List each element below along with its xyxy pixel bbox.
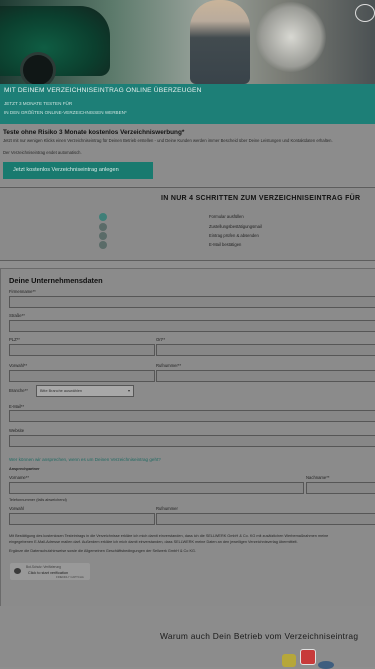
banner-line-2: IN DEN GRÖßTEN ONLINE-VERZEICHNISSEN WER… <box>4 110 127 115</box>
prefix-label: Vorwahl** <box>9 363 28 368</box>
step-label: Formular ausfüllen <box>209 214 244 219</box>
captcha-icon <box>14 568 21 574</box>
phone2-label: Rufnummer <box>156 506 178 511</box>
hero-image <box>0 0 375 84</box>
website-input[interactable] <box>9 435 375 447</box>
city-label: Ort** <box>156 337 166 342</box>
intro-paragraph: Jetzt mit nur wenigen Klicks einen Verze… <box>3 138 333 143</box>
email-input[interactable] <box>9 410 375 422</box>
intro-note: Der Verzeichniseintrag endet automatisch… <box>3 150 82 155</box>
lastname-label: Nachname** <box>306 475 330 480</box>
form-heading: Deine Unternehmensdaten <box>9 276 103 285</box>
create-entry-button[interactable]: Jetzt kostenlos Verzeichniseintrag anleg… <box>3 162 153 179</box>
hero-mechanic <box>190 0 250 84</box>
email-label: E-Mail** <box>9 404 25 409</box>
step-4-icon <box>99 241 107 249</box>
promo-banner: MIT DEINEM VERZEICHNISEINTRAG ONLINE ÜBE… <box>0 84 375 124</box>
phone-label: Rufnummer** <box>156 363 182 368</box>
benefits-heading: Warum auch Dein Betrieb vom Verzeichnise… <box>160 631 359 641</box>
step-label: Eintrag prüfen & absenden <box>209 233 259 238</box>
branch-select-value: Bitte Branche auswählen <box>40 389 83 393</box>
contact-question: Wer können wir ansprechen, wenn es um De… <box>9 457 161 462</box>
step-label: Zustellungsbestätigungsmail <box>209 224 262 229</box>
directory-logo-icon <box>318 661 334 669</box>
directory-logo-icon <box>300 649 316 665</box>
zip-input[interactable] <box>9 344 155 356</box>
step-item: E-Mail bestätigen <box>99 241 359 250</box>
captcha-top-text: Bot-Schutz: Verifizierung <box>26 565 61 569</box>
hero-wheel <box>20 52 56 84</box>
firm-label: Firmenname** <box>9 289 36 294</box>
step-1-icon <box>99 213 107 221</box>
prefix2-input[interactable] <box>9 513 155 525</box>
firstname-label: Vorname** <box>9 475 30 480</box>
street-label: Straße** <box>9 313 25 318</box>
banner-line-1: JETZT 3 MONATE TESTEN FÜR <box>4 101 73 106</box>
company-data-form: Deine Unternehmensdaten Firmenname** Str… <box>0 268 375 606</box>
zip-label: PLZ** <box>9 337 20 342</box>
consent-line-1: Mit Bestätigung des kostenlosen Testeint… <box>9 534 329 538</box>
brand-logo-icon <box>355 4 375 22</box>
consent-line-3: Ergänze die Datenschutzhinweise sowie di… <box>9 549 196 553</box>
directory-logo-icon <box>282 654 296 667</box>
step-item: Formular ausfüllen <box>99 213 359 222</box>
captcha-widget[interactable]: Bot-Schutz: Verifizierung Click to start… <box>10 563 90 580</box>
website-label: Website <box>9 428 25 433</box>
phone2-input[interactable] <box>156 513 375 525</box>
lastname-input[interactable] <box>306 482 375 494</box>
city-input[interactable] <box>156 344 375 356</box>
step-item: Zustellungsbestätigungsmail <box>99 223 359 232</box>
steps-heading: IN NUR 4 SCHRITTEN ZUM VERZEICHNISEINTRA… <box>161 195 361 202</box>
benefits-section: Warum auch Dein Betrieb vom Verzeichnise… <box>0 606 375 669</box>
firstname-input[interactable] <box>9 482 304 494</box>
intro-heading: Teste ohne Risiko 3 Monate kostenlos Ver… <box>3 129 185 136</box>
branch-select[interactable]: Bitte Branche auswählen ▾ <box>36 385 134 397</box>
banner-headline: MIT DEINEM VERZEICHNISEINTRAG ONLINE ÜBE… <box>4 87 202 94</box>
consent-line-2: eingegebenen E-Mail-Adresse mailen darf.… <box>9 540 298 544</box>
steps-section: IN NUR 4 SCHRITTEN ZUM VERZEICHNISEINTRA… <box>0 187 375 261</box>
phone-input[interactable] <box>156 370 375 382</box>
step-2-icon <box>99 223 107 231</box>
prefix-input[interactable] <box>9 370 155 382</box>
phone-optional-label: Telefonnummer (falls abweichend) <box>9 498 67 502</box>
firm-input[interactable] <box>9 296 375 308</box>
hero-lamp <box>256 2 326 72</box>
step-label: E-Mail bestätigen <box>209 242 242 247</box>
step-3-icon <box>99 232 107 240</box>
contact-heading: Ansprechpartner <box>9 467 40 471</box>
captcha-brand: FRIENDLY CAPTCHA <box>56 575 84 579</box>
step-item: Eintrag prüfen & absenden <box>99 232 359 241</box>
prefix2-label: Vorwahl <box>9 506 24 511</box>
chevron-down-icon: ▾ <box>127 388 130 393</box>
branch-label: Branche** <box>9 388 28 393</box>
street-input[interactable] <box>9 320 375 332</box>
